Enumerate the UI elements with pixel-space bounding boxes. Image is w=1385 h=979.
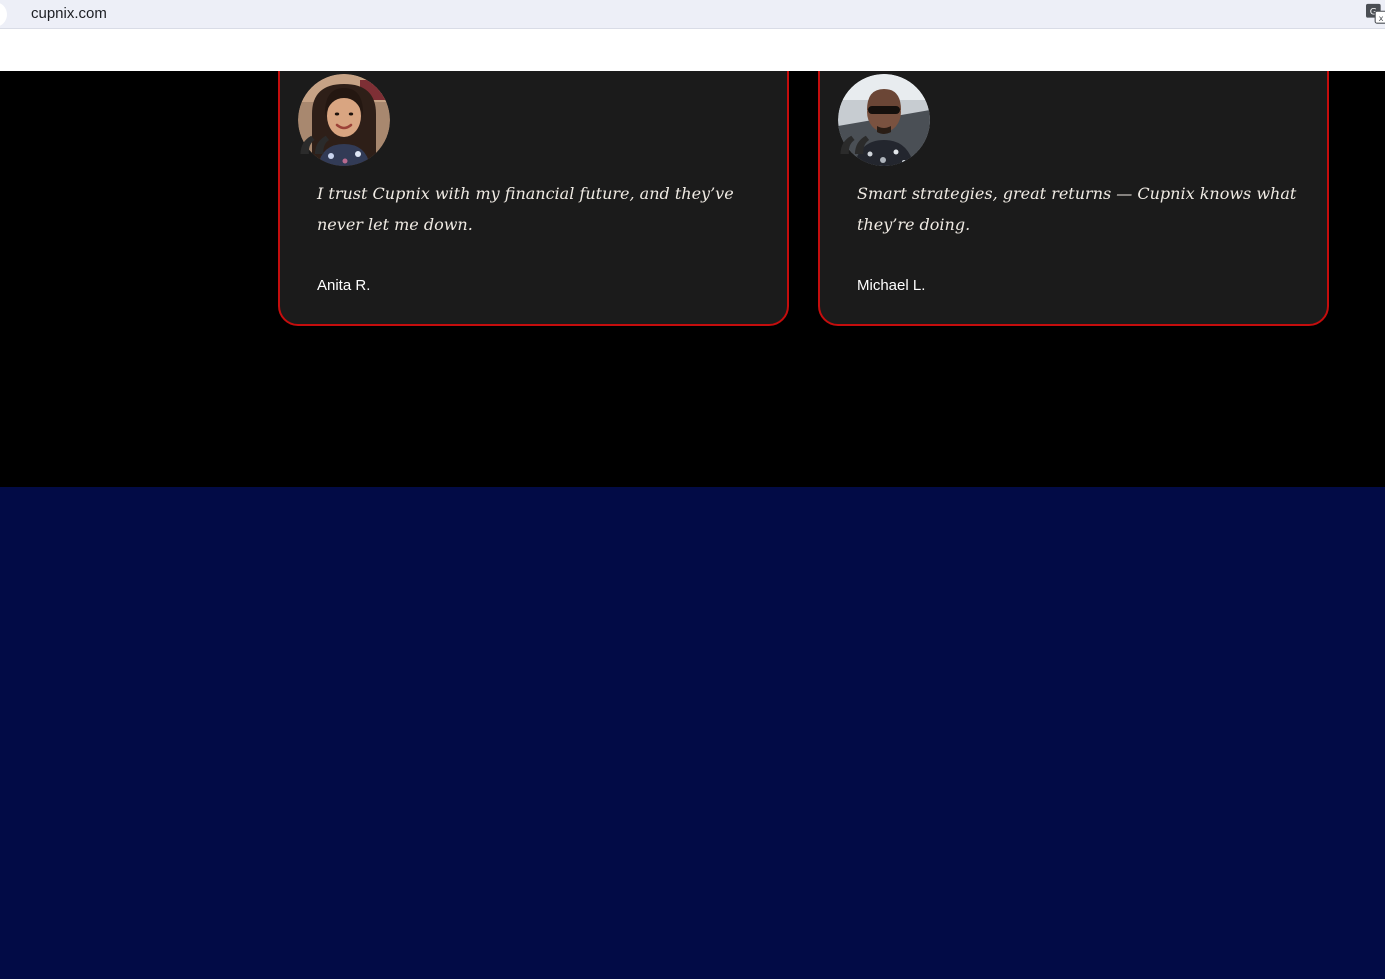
svg-text:x: x — [1379, 13, 1384, 23]
tab-favicon-circle — [0, 2, 7, 27]
testimonial-card: “ I trust Cupnix with my financial futur… — [278, 71, 789, 326]
testimonial-card: “ Smart strategies, great returns — Cupn… — [818, 71, 1329, 326]
testimonial-name: Michael L. — [857, 277, 926, 294]
browser-address-bar[interactable]: cupnix.com G x — [0, 0, 1385, 29]
testimonial-quote: Smart strategies, great returns — Cupnix… — [857, 184, 1297, 234]
footer: Company About Legal Terms & Conditions P… — [0, 487, 1385, 979]
testimonial-name: Anita R. — [317, 277, 371, 294]
url-text[interactable]: cupnix.com — [31, 5, 107, 22]
google-translate-icon[interactable]: G x — [1366, 3, 1385, 25]
testimonial-quote: I trust Cupnix with my financial future,… — [317, 184, 734, 234]
site-header — [0, 29, 1385, 71]
testimonials-section: “ I trust Cupnix with my financial futur… — [0, 71, 1385, 487]
